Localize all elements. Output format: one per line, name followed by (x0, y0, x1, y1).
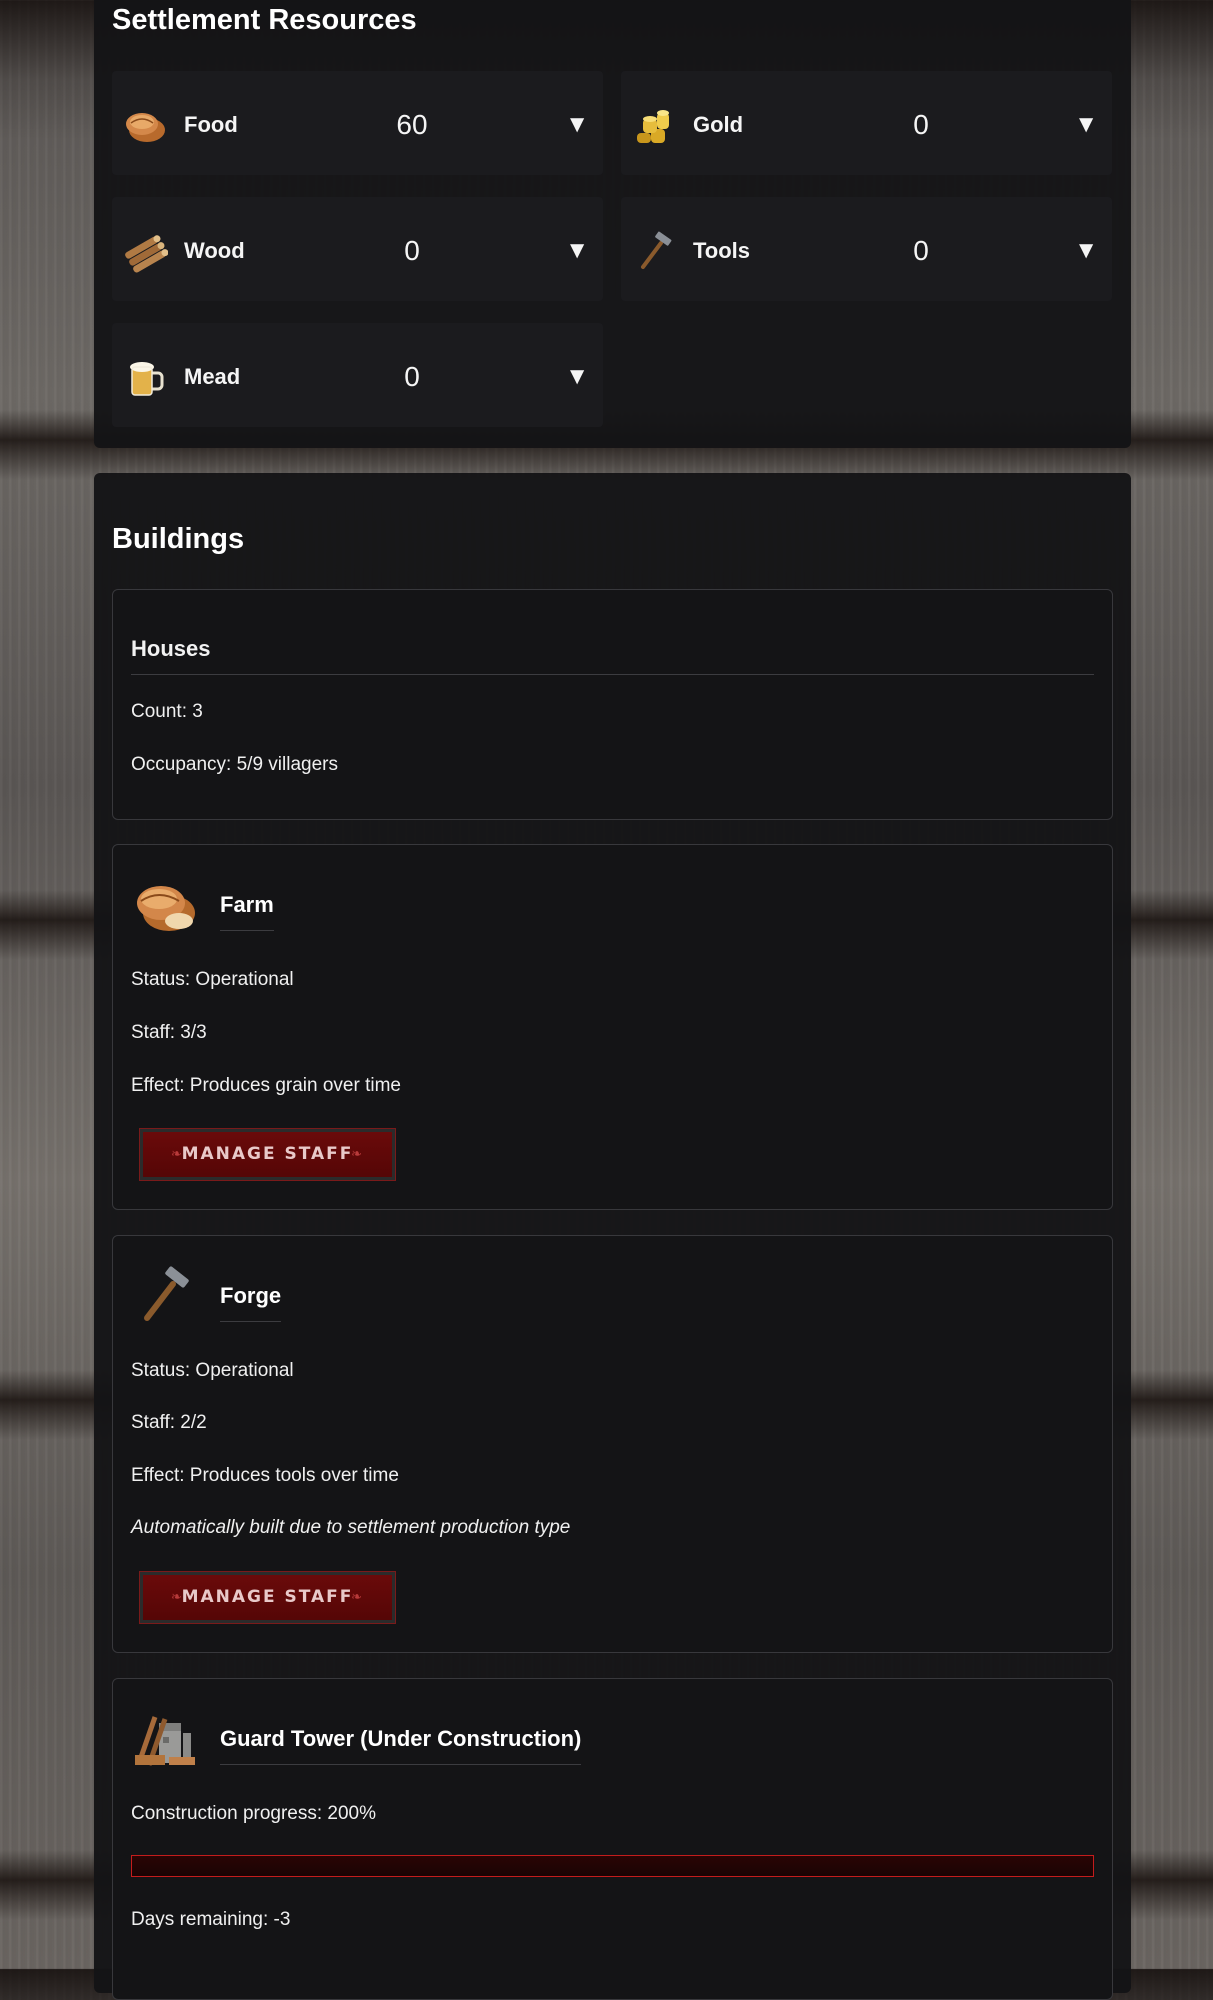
forge-staff: Staff: 2/2 (131, 1412, 207, 1433)
building-card-guard-tower: Guard Tower (Under Construction) Constru… (112, 1678, 1113, 2000)
resource-name: Tools (693, 238, 751, 263)
farm-status: Status: Operational (131, 969, 294, 990)
resource-name: Wood (184, 238, 245, 263)
buildings-panel: Buildings Houses Count: 3 Occupancy: 5/9… (94, 473, 1131, 2000)
expand-toggle-icon[interactable]: ▼ (1074, 111, 1098, 139)
gold-coins-icon (637, 110, 669, 143)
wood-logs-icon (125, 235, 168, 273)
farm-staff: Staff: 3/3 (131, 1022, 207, 1043)
bread-icon (137, 886, 195, 931)
houses-count: Count: 3 (131, 701, 203, 722)
bread-icon (126, 113, 165, 142)
building-title: Farm (220, 892, 274, 931)
construction-progress-bar (131, 1855, 1094, 1877)
resource-value: 0 (404, 235, 420, 266)
resource-value: 60 (396, 109, 428, 140)
expand-toggle-icon[interactable]: ▼ (565, 237, 589, 265)
resource-name: Gold (693, 112, 744, 137)
resource-value: 0 (913, 109, 929, 140)
mead-mug-icon (130, 362, 164, 396)
building-card-houses: Houses Count: 3 Occupancy: 5/9 villagers (112, 589, 1113, 820)
resource-card-wood: Wood 0 ▼ (112, 197, 603, 301)
resource-card-gold: Gold 0 ▼ (621, 71, 1112, 175)
building-card-forge: Forge Status: Operational Staff: 2/2 Eff… (112, 1235, 1113, 1653)
building-title: Houses (131, 636, 1094, 675)
progress-bar-fill (132, 1856, 1093, 1876)
forge-status: Status: Operational (131, 1360, 294, 1381)
ornament-icon: ❧ (351, 1590, 364, 1605)
manage-staff-button[interactable]: ❧ MANAGE STAFF ❧ (139, 1571, 396, 1624)
resource-card-tools: Tools 0 ▼ (621, 197, 1112, 301)
expand-toggle-icon[interactable]: ▼ (1074, 237, 1098, 265)
resources-title: Settlement Resources (112, 4, 417, 36)
hammer-icon (641, 231, 672, 269)
expand-toggle-icon[interactable]: ▼ (565, 363, 589, 391)
resource-card-mead: Mead 0 ▼ (112, 323, 603, 427)
ornament-icon: ❧ (171, 1590, 184, 1605)
houses-occupancy: Occupancy: 5/9 villagers (131, 754, 338, 775)
resource-value: 0 (404, 361, 420, 392)
hammer-icon (144, 1266, 189, 1321)
resource-name: Food (184, 112, 238, 137)
expand-toggle-icon[interactable]: ▼ (565, 111, 589, 139)
building-title: Guard Tower (Under Construction) (220, 1726, 582, 1765)
forge-note: Automatically built due to settlement pr… (131, 1517, 571, 1538)
buildings-title: Buildings (112, 523, 245, 555)
construction-materials-icon (135, 1716, 195, 1766)
resource-value: 0 (913, 235, 929, 266)
forge-effect: Effect: Produces tools over time (131, 1465, 399, 1486)
farm-effect: Effect: Produces grain over time (131, 1075, 401, 1096)
building-title: Forge (220, 1283, 282, 1322)
ornament-icon: ❧ (351, 1147, 364, 1162)
ornament-icon: ❧ (171, 1147, 184, 1162)
building-card-farm: Farm Status: Operational Staff: 3/3 Effe… (112, 844, 1113, 1210)
resource-name: Mead (184, 364, 241, 389)
resource-card-food: Food 60 ▼ (112, 71, 603, 175)
resources-panel: Settlement Resources Food 60 ▼ Gold 0 ▼ … (94, 0, 1131, 448)
manage-staff-label: MANAGE STAFF (181, 1144, 354, 1164)
manage-staff-label: MANAGE STAFF (181, 1587, 354, 1607)
days-remaining: Days remaining: -3 (131, 1909, 291, 1930)
construction-progress-text: Construction progress: 200% (131, 1803, 377, 1824)
manage-staff-button[interactable]: ❧ MANAGE STAFF ❧ (139, 1128, 396, 1181)
